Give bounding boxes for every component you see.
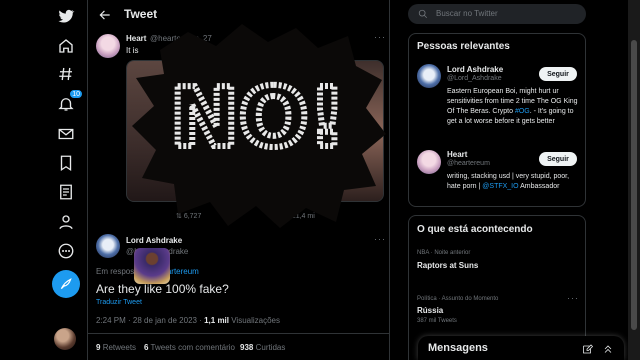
page-title: Tweet <box>124 7 158 21</box>
feather-icon <box>60 278 72 290</box>
profile-icon[interactable] <box>56 212 76 232</box>
right-sidebar: Buscar no Twitter Pessoas relevantes Lor… <box>408 0 586 360</box>
translate-tweet-link[interactable]: Traduzir Tweet <box>96 299 142 306</box>
tweet-meta: 2:24 PM · 28 de jan de 2023 · 1,1 mil Vi… <box>96 316 280 325</box>
search-input[interactable]: Buscar no Twitter <box>436 9 498 18</box>
quote-tweets-count-link[interactable]: 6 Tweets com comentário <box>144 343 235 352</box>
author-name[interactable]: Heart <box>126 34 146 43</box>
avatar[interactable] <box>96 34 120 58</box>
trend-title[interactable]: Raptors at Suns <box>417 261 478 270</box>
expand-chevron-up-icon[interactable] <box>602 342 614 354</box>
more-options-icon[interactable]: ··· <box>374 32 386 42</box>
home-icon[interactable] <box>56 36 76 56</box>
notification-badge: 10 <box>69 89 83 99</box>
tweet-detail-column: Tweet Heart @heartereum · 27 ··· It is ⇅… <box>88 0 390 360</box>
tweet-time[interactable]: · 27 <box>198 34 212 43</box>
trend-thumbnail-image[interactable] <box>134 248 170 284</box>
person-name[interactable]: Lord Ashdrake <box>447 65 503 74</box>
person-handle[interactable]: @Lord_Ashdrake <box>447 75 502 82</box>
account-avatar[interactable] <box>54 328 76 350</box>
retweet-action[interactable]: ⇅ 6,727 <box>176 212 201 220</box>
explore-hashtag-icon[interactable] <box>56 64 76 84</box>
bookmarks-icon[interactable] <box>56 153 76 173</box>
tweet-timestamp[interactable]: 2:24 PM · 28 de jan de 2023 · <box>96 316 202 325</box>
person-bio: Eastern European Boi, might hurt ur sens… <box>447 88 578 125</box>
trend-meta: NBA · Noite anterior <box>417 250 471 256</box>
person-handle[interactable]: @heartereum <box>447 160 490 167</box>
twitter-logo-icon[interactable] <box>56 6 76 26</box>
compose-tweet-button[interactable] <box>52 270 80 298</box>
left-nav: 10 <box>0 0 88 360</box>
follow-button[interactable]: Seguir <box>539 152 577 166</box>
search-bar[interactable]: Buscar no Twitter <box>408 4 586 24</box>
author-name[interactable]: Lord Ashdrake <box>126 236 182 245</box>
avatar[interactable] <box>417 150 441 174</box>
messages-label: Mensagens <box>428 342 488 354</box>
trend-tweet-count: 387 mil Tweets <box>417 318 457 324</box>
views-chart-icon: ▮ <box>286 213 290 220</box>
avatar[interactable] <box>417 64 441 88</box>
views-action[interactable]: ▮ 21,4 mi <box>286 212 315 220</box>
panel-title: Pessoas relevantes <box>417 41 510 52</box>
more-options-icon[interactable]: ··· <box>374 234 386 244</box>
tweet-text: It is <box>126 46 139 55</box>
retweets-count-link[interactable]: 9 Retweets <box>96 343 136 352</box>
trend-title[interactable]: Rússia <box>417 306 443 315</box>
reply-text: Are they like 100% fake? <box>96 282 229 296</box>
messages-envelope-icon[interactable] <box>56 124 76 144</box>
retweet-count: 6,727 <box>183 213 202 220</box>
divider <box>88 333 389 334</box>
more-circle-icon[interactable] <box>56 241 76 261</box>
mention-link[interactable]: @STFX_IO <box>482 183 518 190</box>
likes-count-link[interactable]: 938 Curtidas <box>240 343 285 352</box>
views-label: Visualizações <box>231 316 281 325</box>
author-handle[interactable]: @heartereum <box>150 34 199 43</box>
avatar[interactable] <box>96 234 120 258</box>
notifications-bell-icon[interactable]: 10 <box>56 89 83 114</box>
messages-drawer[interactable]: Mensagens <box>418 336 624 360</box>
trend-meta: Política · Assunto do Momento <box>417 296 499 302</box>
lists-icon[interactable] <box>56 182 76 202</box>
scrollbar-thumb[interactable] <box>631 40 637 330</box>
views-count: 21,4 mi <box>291 213 315 220</box>
follow-button[interactable]: Seguir <box>539 67 577 81</box>
column-header: Tweet <box>88 0 389 28</box>
hashtag-link[interactable]: #OG <box>515 108 530 115</box>
tweet-media-image[interactable] <box>126 60 384 202</box>
panel-title: O que está acontecendo <box>417 224 533 235</box>
back-arrow-icon[interactable] <box>98 8 112 22</box>
views-count: 1,1 mil <box>204 316 229 325</box>
page-scrollbar[interactable] <box>628 0 640 360</box>
relevant-people-panel: Pessoas relevantes Lord Ashdrake @Lord_A… <box>408 33 586 207</box>
person-name[interactable]: Heart <box>447 150 467 159</box>
person-bio: writing, stacking usd | very stupid, poo… <box>447 173 570 190</box>
retweet-icon: ⇅ <box>176 213 182 220</box>
more-options-icon[interactable]: ··· <box>567 293 579 303</box>
new-message-icon[interactable] <box>582 342 594 354</box>
search-icon <box>418 9 428 19</box>
